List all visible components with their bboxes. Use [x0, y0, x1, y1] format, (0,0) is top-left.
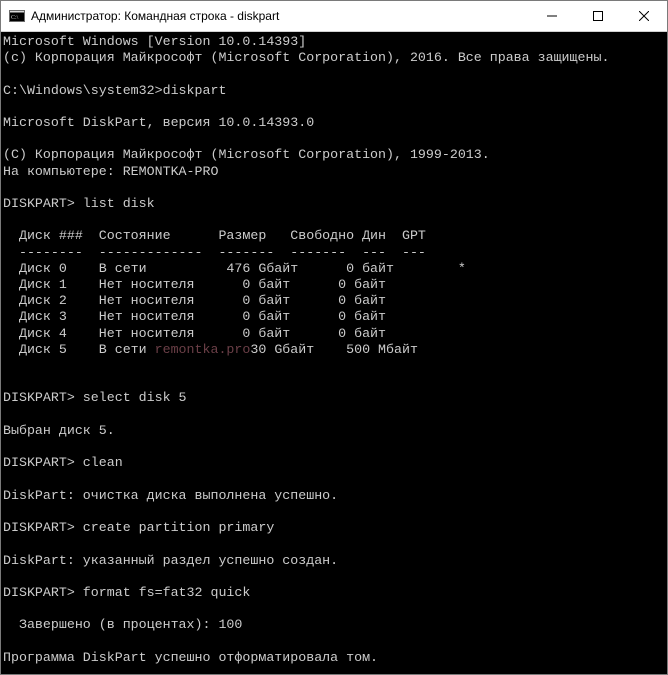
- close-button[interactable]: [621, 1, 667, 31]
- terminal-line: [3, 358, 667, 374]
- cmd-icon: C:\: [9, 8, 25, 24]
- terminal-line: -------- ------------- ------- ------- -…: [3, 245, 667, 261]
- terminal-line: DiskPart: указанный раздел успешно созда…: [3, 553, 667, 569]
- terminal-line: Программа DiskPart успешно отформатирова…: [3, 650, 667, 666]
- terminal-line: Выбран диск 5.: [3, 423, 667, 439]
- terminal-line: DISKPART> list disk: [3, 196, 667, 212]
- terminal-line: Завершено (в процентах): 100: [3, 617, 667, 633]
- terminal-line: DiskPart: очистка диска выполнена успешн…: [3, 488, 667, 504]
- minimize-button[interactable]: [529, 1, 575, 31]
- terminal-line: [3, 439, 667, 455]
- terminal-line: Microsoft DiskPart, версия 10.0.14393.0: [3, 115, 667, 131]
- terminal-line: [3, 212, 667, 228]
- terminal-line: [3, 407, 667, 423]
- terminal-line-disk5: Диск 5 В сети remontka.pro30 Gбайт 500 М…: [3, 342, 667, 358]
- terminal-line: Диск 0 В сети 476 Gбайт 0 байт *: [3, 261, 667, 277]
- terminal-line: Диск 1 Нет носителя 0 байт 0 байт: [3, 277, 667, 293]
- titlebar[interactable]: C:\ Администратор: Командная строка - di…: [1, 1, 667, 32]
- window-controls: [529, 1, 667, 31]
- maximize-button[interactable]: [575, 1, 621, 31]
- terminal-line: [3, 634, 667, 650]
- app-window: C:\ Администратор: Командная строка - di…: [0, 0, 668, 675]
- terminal-line: Диск 3 Нет носителя 0 байт 0 байт: [3, 309, 667, 325]
- terminal-line: C:\Windows\system32>diskpart: [3, 83, 667, 99]
- terminal-line: Диск 4 Нет носителя 0 байт 0 байт: [3, 326, 667, 342]
- terminal-line: DISKPART> clean: [3, 455, 667, 471]
- terminal-output[interactable]: Microsoft Windows [Version 10.0.14393](с…: [1, 32, 667, 674]
- terminal-line: [3, 569, 667, 585]
- svg-text:C:\: C:\: [11, 15, 19, 21]
- window-title: Администратор: Командная строка - diskpa…: [31, 9, 529, 23]
- terminal-line: [3, 666, 667, 674]
- terminal-line: [3, 66, 667, 82]
- terminal-line: [3, 601, 667, 617]
- watermark: remontka.pro: [155, 342, 251, 357]
- terminal-line: DISKPART> select disk 5: [3, 390, 667, 406]
- terminal-line: [3, 536, 667, 552]
- terminal-line: Диск ### Состояние Размер Свободно Дин G…: [3, 228, 667, 244]
- terminal-line: [3, 131, 667, 147]
- terminal-line: [3, 99, 667, 115]
- terminal-line: [3, 180, 667, 196]
- terminal-line: (C) Корпорация Майкрософт (Microsoft Cor…: [3, 147, 667, 163]
- terminal-line: DISKPART> format fs=fat32 quick: [3, 585, 667, 601]
- terminal-line: Microsoft Windows [Version 10.0.14393]: [3, 34, 667, 50]
- terminal-line: [3, 374, 667, 390]
- terminal-line: DISKPART> create partition primary: [3, 520, 667, 536]
- terminal-line: На компьютере: REMONTKA-PRO: [3, 164, 667, 180]
- terminal-line: (с) Корпорация Майкрософт (Microsoft Cor…: [3, 50, 667, 66]
- terminal-line: [3, 504, 667, 520]
- terminal-line: [3, 471, 667, 487]
- terminal-line: Диск 2 Нет носителя 0 байт 0 байт: [3, 293, 667, 309]
